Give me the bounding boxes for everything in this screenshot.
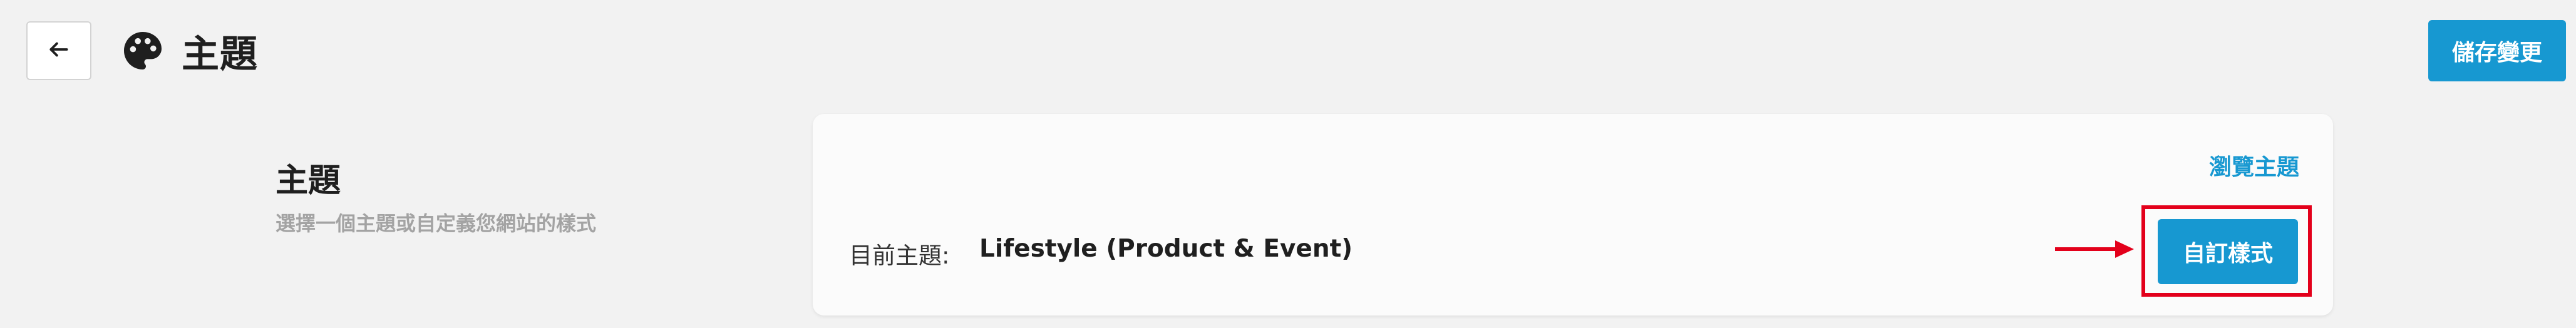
save-changes-button[interactable]: 儲存變更: [2428, 20, 2566, 81]
current-theme-value: Lifestyle (Product & Event): [979, 235, 1353, 263]
page-title: 主題: [182, 32, 258, 76]
arrow-left-icon: [47, 38, 71, 64]
back-button[interactable]: [26, 21, 91, 80]
section-description: 選擇一個主題或自定義您網站的樣式: [276, 212, 597, 235]
current-theme-label: 目前主題:: [849, 242, 950, 269]
customize-style-button[interactable]: 自訂樣式: [2158, 219, 2298, 284]
annotation-arrow-icon: [2055, 240, 2134, 258]
section-title: 主題: [276, 162, 341, 200]
theme-card: 瀏覽主題 目前主題: Lifestyle (Product & Event): [813, 114, 2333, 315]
page-header: 主題: [120, 21, 258, 80]
browse-themes-link[interactable]: 瀏覽主題: [2209, 149, 2299, 182]
palette-icon: [120, 28, 165, 73]
